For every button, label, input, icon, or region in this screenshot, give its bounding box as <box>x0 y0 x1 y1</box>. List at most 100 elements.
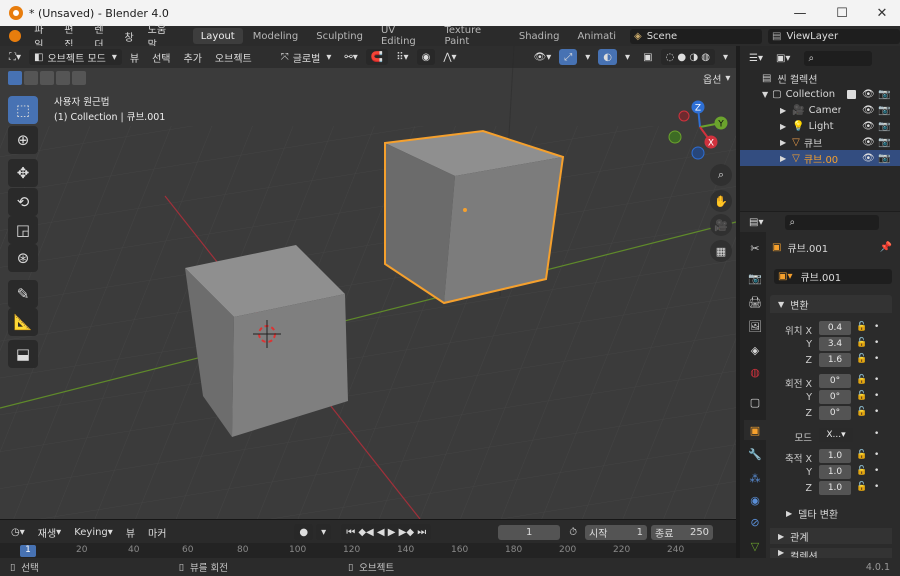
scale-y-field[interactable]: 1.0 <box>819 465 851 479</box>
eye-icon[interactable]: 👁 <box>862 121 875 132</box>
menu-add[interactable]: 추가 <box>179 49 207 65</box>
camera-view-button[interactable]: 🎥 <box>710 214 732 236</box>
editor-type-button[interactable]: ⛶▾ <box>4 49 26 65</box>
tab-layout[interactable]: Layout <box>192 28 243 44</box>
object-mode-dropdown[interactable]: ◧ 오브젝트 모드 ▾ <box>29 49 122 65</box>
playhead[interactable]: 1 <box>20 545 36 557</box>
location-x-field[interactable]: 0.4 <box>819 321 851 335</box>
eye-icon[interactable]: 👁 <box>862 137 875 148</box>
lock-icon[interactable]: 🔓 <box>856 338 867 348</box>
outliner-search[interactable]: ⌕ <box>804 50 873 66</box>
keyframe-dot[interactable]: • <box>874 375 879 385</box>
minimize-button[interactable]: — <box>780 0 820 26</box>
playback-menu[interactable]: 재생 ▾ <box>33 524 66 540</box>
rotation-z-field[interactable]: 0° <box>819 406 851 420</box>
cursor-tool[interactable]: ⊕ <box>8 126 38 154</box>
lock-icon[interactable]: 🔓 <box>856 375 867 385</box>
record-button[interactable]: ● <box>294 524 314 540</box>
options-dropdown[interactable]: 옵션 ▾ <box>698 70 735 86</box>
object-name-field[interactable]: ▣▾ 큐브.001 <box>774 269 892 284</box>
shading-dropdown[interactable]: ▾ <box>718 49 733 65</box>
timeline-view-menu[interactable]: 뷰 <box>121 524 140 540</box>
select-new-icon[interactable] <box>8 71 22 85</box>
selected-cube-mesh[interactable] <box>384 129 565 305</box>
outliner-item-cube[interactable]: ▶ ▽ 큐브 👁 📷 <box>740 134 900 150</box>
lock-icon[interactable]: 🔓 <box>856 466 867 476</box>
menu-select[interactable]: 선택 <box>147 49 175 65</box>
close-button[interactable]: ✕ <box>862 0 900 26</box>
overlay-toggle[interactable]: ◐ <box>598 49 618 65</box>
playback-controls[interactable]: ⏮ ◆◀ ◀ ▶ ▶◆ ⏭ <box>341 524 432 540</box>
relations-panel-header[interactable]: ▶ 관계 <box>770 528 892 544</box>
tab-modeling[interactable]: Modeling <box>245 28 307 44</box>
tab-particles[interactable]: ⁂ <box>744 468 766 488</box>
properties-search[interactable]: ⌕ <box>785 214 880 230</box>
lock-icon[interactable]: 🔓 <box>856 482 867 492</box>
display-mode-dropdown[interactable]: ▣▾ <box>771 50 795 66</box>
chevron-right-icon[interactable]: ▶ <box>780 106 786 115</box>
keyframe-dot[interactable]: • <box>874 354 879 364</box>
tab-view-layer[interactable]: 🖼 <box>744 316 766 336</box>
tab-physics[interactable]: ◉ <box>744 490 766 510</box>
camera-render-icon[interactable]: 📷 <box>878 153 890 164</box>
visibility-dropdown[interactable]: 👁▾ <box>529 49 557 65</box>
scene-selector[interactable]: ◈ Scene <box>630 28 762 44</box>
rotation-mode-dropdown[interactable]: X... ▾ <box>819 428 853 442</box>
gizmo-toggle[interactable]: ⤢ <box>559 49 578 65</box>
outliner-item-cube-001[interactable]: ▶ ▽ 큐브.00 👁 📷 <box>740 150 900 166</box>
camera-render-icon[interactable]: 📷 <box>878 89 890 100</box>
lock-icon[interactable]: 🔓 <box>856 354 867 364</box>
lock-icon[interactable]: 🔓 <box>856 322 867 332</box>
delta-transform-subpanel[interactable]: ▶ 델타 변환 <box>786 506 838 521</box>
camera-render-icon[interactable]: 📷 <box>878 137 890 148</box>
keyframe-dot[interactable]: • <box>874 450 879 460</box>
record-dropdown[interactable]: ▾ <box>316 524 332 540</box>
select-extend-icon[interactable] <box>24 71 38 85</box>
camera-render-icon[interactable]: 📷 <box>878 105 890 116</box>
select-box-tool[interactable]: ⬚ <box>8 96 38 124</box>
xray-toggle[interactable]: ▣ <box>638 49 657 65</box>
tab-shading[interactable]: Shading <box>511 28 568 44</box>
menu-window[interactable]: 창 <box>117 29 140 44</box>
select-invert-icon[interactable] <box>56 71 70 85</box>
perspective-toggle-button[interactable]: ▦ <box>710 240 732 262</box>
tab-texture-paint[interactable]: Texture Paint <box>437 25 509 47</box>
location-y-field[interactable]: 3.4 <box>819 337 851 351</box>
tab-animation[interactable]: Animati <box>569 28 624 44</box>
scale-x-field[interactable]: 1.0 <box>819 449 851 463</box>
tab-scene[interactable]: ◈ <box>744 340 766 360</box>
collections-panel-header[interactable]: ▶ 컬렉션 <box>770 548 892 558</box>
zoom-button[interactable]: ⌕ <box>710 164 732 186</box>
marker-menu[interactable]: 마커 <box>143 524 171 540</box>
rotate-tool[interactable]: ⟲ <box>8 188 38 216</box>
menu-object[interactable]: 오브젝트 <box>210 49 257 65</box>
pivot-point-dropdown[interactable]: ⚯▾ <box>339 49 362 65</box>
annotate-tool[interactable]: ✎ <box>8 280 38 308</box>
proportional-edit-toggle[interactable]: ◉ <box>416 49 436 65</box>
eye-icon[interactable]: 👁 <box>862 153 875 164</box>
transform-panel-header[interactable]: ▼ 변환 <box>770 295 892 313</box>
keyframe-dot[interactable]: • <box>874 322 879 332</box>
collection-checkbox[interactable] <box>847 89 856 99</box>
camera-render-icon[interactable]: 📷 <box>878 121 890 132</box>
keyframe-dot[interactable]: • <box>874 407 879 417</box>
rotation-y-field[interactable]: 0° <box>819 390 851 404</box>
current-frame-field[interactable]: 1 <box>498 524 561 540</box>
outliner-scene-collection[interactable]: ▤ 씬 컬렉션 <box>740 70 900 86</box>
keyframe-dot[interactable]: • <box>874 391 879 401</box>
tab-constraints[interactable]: ⊘ <box>744 512 766 532</box>
timeline-ruler[interactable]: 1 20 40 60 80 100 120 140 160 180 200 22… <box>0 543 736 559</box>
outliner-item-camera[interactable]: ▶ 🎥 Camera 👁 📷 <box>740 102 900 118</box>
add-cube-tool[interactable]: ⬓ <box>8 340 38 368</box>
transform-tool[interactable]: ⊛ <box>8 244 38 272</box>
tab-data[interactable]: ▽ <box>744 536 766 556</box>
start-frame-field[interactable]: 시작 1 <box>585 524 648 540</box>
keyframe-dot[interactable]: • <box>874 338 879 348</box>
menu-view[interactable]: 뷰 <box>125 49 144 65</box>
properties-editor-type[interactable]: ▤▾ <box>744 214 768 230</box>
select-intersect-icon[interactable] <box>72 71 86 85</box>
tab-render[interactable]: 📷 <box>744 268 766 288</box>
measure-tool[interactable]: 📐 <box>8 308 38 336</box>
scale-z-field[interactable]: 1.0 <box>819 481 851 495</box>
keyframe-dot[interactable]: • <box>874 466 879 476</box>
